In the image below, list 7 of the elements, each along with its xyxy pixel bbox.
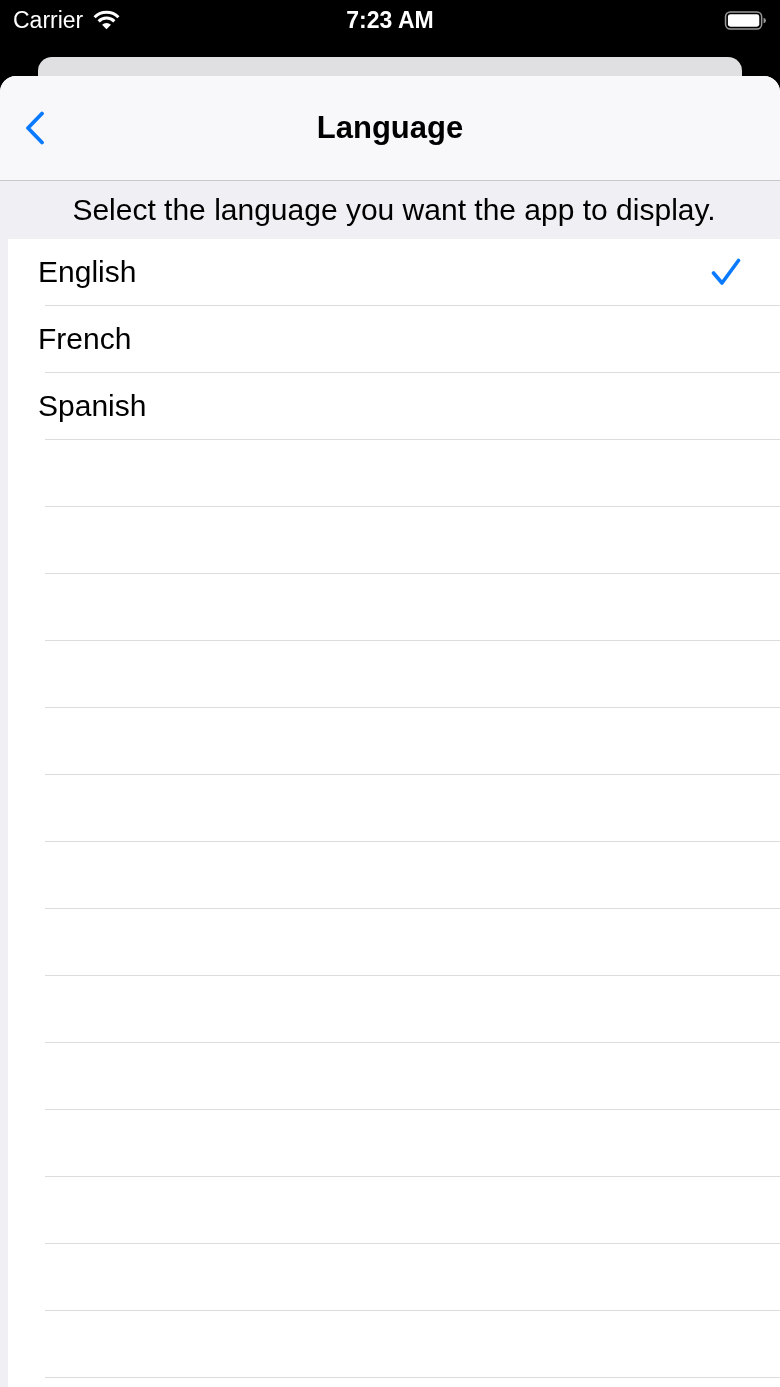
wifi-icon xyxy=(93,10,121,30)
chevron-left-icon xyxy=(25,111,45,145)
battery-icon xyxy=(724,10,767,30)
carrier-label: Carrier xyxy=(13,7,84,33)
clock-time: 7:23 AM xyxy=(346,7,434,33)
screen-title: Language xyxy=(316,110,464,146)
section-header: Select the language you want the app to display. xyxy=(72,193,716,227)
